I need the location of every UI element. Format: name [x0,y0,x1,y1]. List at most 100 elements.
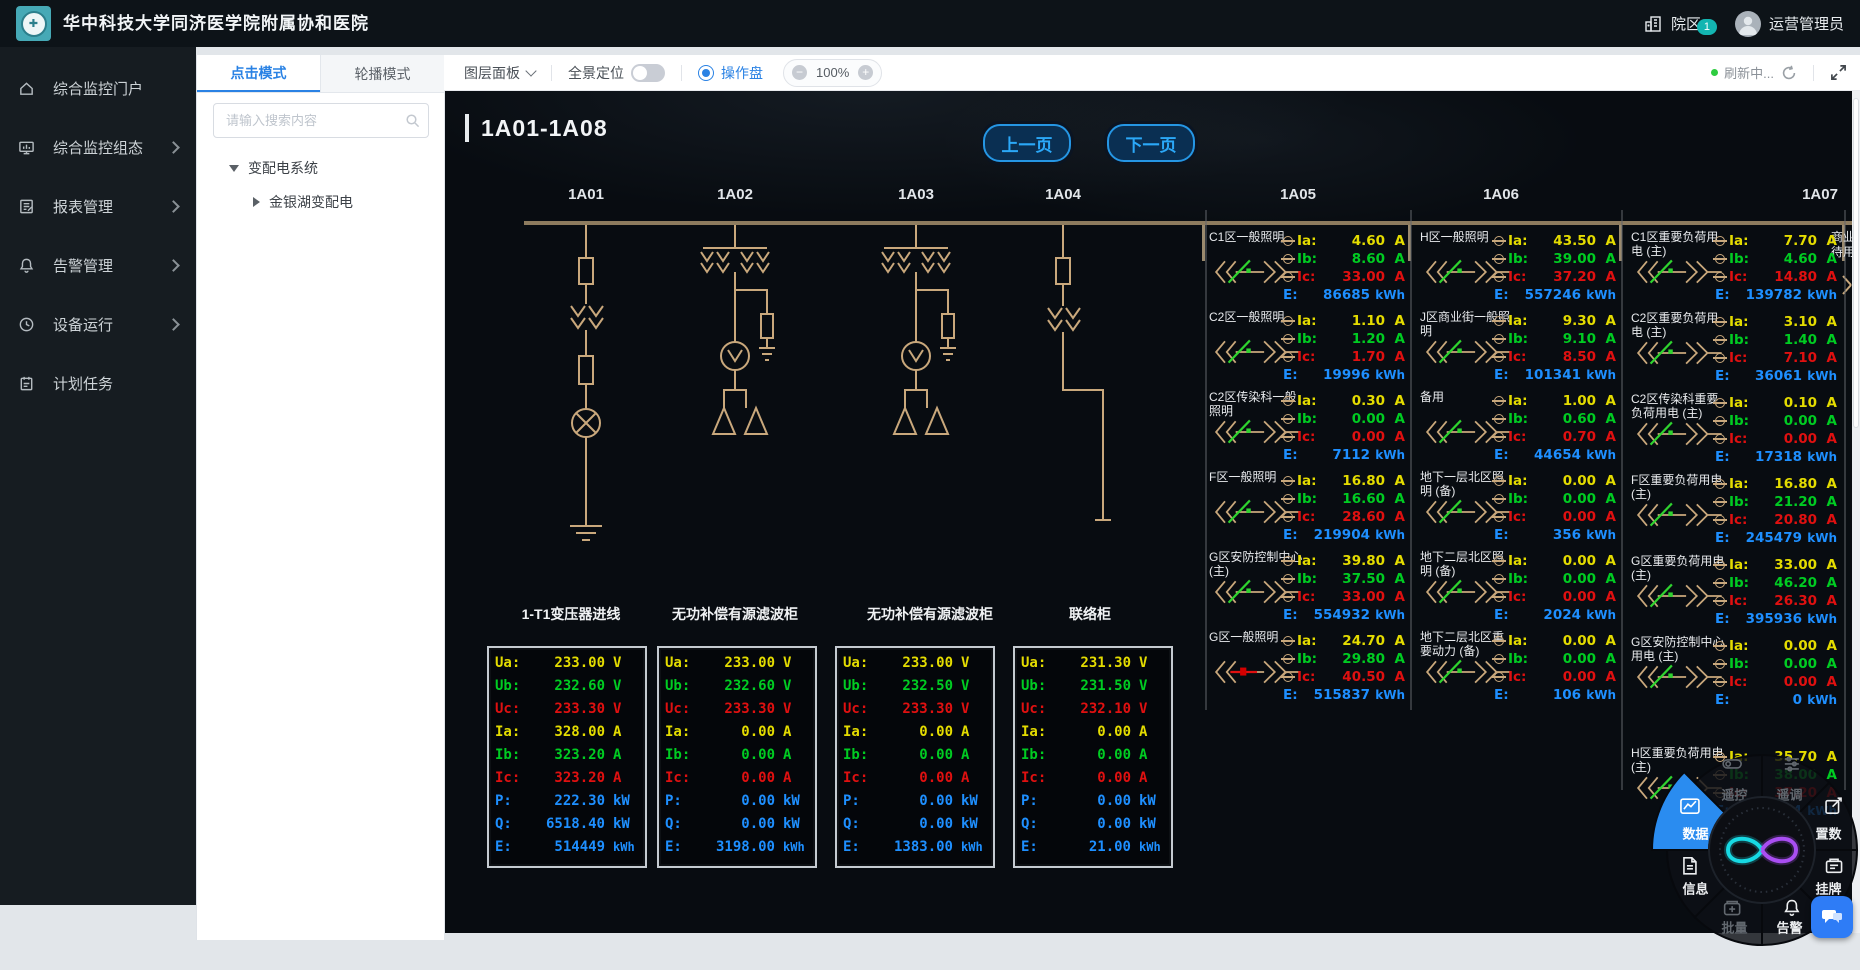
avatar [1735,11,1761,37]
feeder-item[interactable]: 地下二层北区照明 (备)Ia:0.00AIb:0.00AIc:0.00AE:20… [1420,552,1616,630]
ct-circle-icon [1283,672,1293,682]
feeder-item[interactable]: F区一般照明Ia:16.80AIb:16.60AIc:28.60AE:21990… [1209,472,1405,550]
tree-node-jinyinhu[interactable]: 金银湖变配电 [197,185,444,219]
campus-switcher[interactable]: 院区 1 [1643,13,1701,34]
feeder-item[interactable]: G区一般照明Ia:24.70AIb:29.80AIc:40.50AE:51583… [1209,632,1405,710]
ct-circle-icon [1283,476,1293,486]
sidebar-item-5[interactable]: 计划任务 [0,354,196,413]
feeder-item[interactable]: F区重要负荷用电 (主)Ia:16.80AIb:21.20AIc:20.80AE… [1631,475,1837,553]
search-input[interactable] [224,112,405,129]
ct-circle-icon [1494,236,1504,246]
feeder-item[interactable]: G区安防控制中心 (主)Ia:39.80AIb:37.50AIc:33.00AE… [1209,552,1405,630]
sidebar-item-label: 告警管理 [53,255,113,276]
ct-circle-icon [1283,352,1293,362]
feeder-phase-row: Ic:0.00A [1494,588,1616,606]
task-icon [18,375,35,392]
breaker-closed-icon[interactable] [1631,256,1727,288]
scada-canvas[interactable]: 1A01-1A08 上一页 下一页 [445,90,1852,933]
sidebar-item-2[interactable]: 报表管理 [0,177,196,236]
breaker-closed-icon[interactable] [1631,499,1727,531]
operation-disc-radio[interactable]: 操作盘 [698,63,763,83]
panorama-toggle[interactable] [631,64,665,82]
breaker-closed-icon[interactable] [1631,418,1727,450]
ct-circle-icon [1715,353,1725,363]
ct-circle-icon [1283,556,1293,566]
tab-click-mode[interactable]: 点击模式 [197,55,320,92]
feeder-name: C2区传染科重要负荷用电 (主) [1631,392,1725,421]
tree-node-power-system[interactable]: 变配电系统 [197,151,444,185]
feeder-phase-row: Ic:37.20A [1494,268,1616,286]
breaker-closed-icon[interactable] [1631,337,1727,369]
user-menu[interactable]: 运营管理员 [1735,11,1844,37]
hmi-icon [18,139,35,156]
feeder-phase-row: Ic:7.10A [1715,349,1837,367]
meter-row: Q:6518.40kW [495,816,639,839]
meter-row: P:0.00kW [1021,793,1165,816]
building-icon [1643,14,1663,34]
sidebar-item-3[interactable]: 告警管理 [0,236,196,295]
meter-row: Ib:0.00A [843,747,987,770]
sidebar-item-label: 综合监控门户 [53,78,143,99]
refresh-status: 刷新中... [1724,63,1774,82]
feeder-phase-row: Ib:1.40A [1715,331,1837,349]
feeder-item[interactable]: G区重要负荷用电 (主)Ia:33.00AIb:46.20AIc:26.30AE… [1631,556,1837,634]
meter-row: Uc:233.30V [495,701,639,724]
app-title: 华中科技大学同济医学院附属协和医院 [63,0,369,47]
scrollbar-thumb[interactable] [1853,98,1859,428]
feeder-item[interactable]: C2区传染科重要负荷用电 (主)Ia:0.10AIb:0.00AIc:0.00A… [1631,394,1837,472]
feeder-item[interactable]: H区一般照明Ia:43.50AIb:39.00AIc:37.20AE:55724… [1420,232,1616,310]
cabinet-label: 联络柜 [1069,604,1111,624]
meter-row: Ub:231.50V [1021,678,1165,701]
feeder-phase-row: Ia:43.50A [1494,232,1616,250]
cabinet-label: 无功补偿有源滤波柜 [672,604,798,624]
caret-right-icon[interactable] [253,197,260,207]
zoom-out-button[interactable]: − [792,65,807,80]
ct-circle-icon [1494,512,1504,522]
feeder-phase-row: Ic:28.60A [1283,508,1405,526]
ct-circle-icon [1494,672,1504,682]
zoom-level: 100% [816,65,849,80]
chat-button[interactable] [1811,896,1853,938]
feeder-item[interactable]: 地下一层北区照明 (备)Ia:0.00AIb:0.00AIc:0.00AE:35… [1420,472,1616,550]
feeder-item[interactable]: C2区一般照明Ia:1.10AIb:1.20AIc:1.70AE:19996kW… [1209,312,1405,390]
sidebar-item-label: 报表管理 [53,196,113,217]
feeder-phase-row: Ic:0.00A [1715,673,1837,691]
feeder-phase-row: Ic:0.00A [1283,428,1405,446]
tab-carousel-mode[interactable]: 轮播模式 [320,55,444,92]
refresh-icon[interactable] [1781,65,1797,81]
ct-circle-icon [1715,596,1725,606]
meter-row: Ib:0.00A [665,747,809,770]
feeder-item[interactable]: J区商业街一般照明Ia:9.30AIb:9.10AIc:8.50AE:10134… [1420,312,1616,390]
sidebar-item-1[interactable]: 综合监控组态 [0,118,196,177]
fullscreen-icon[interactable] [1830,64,1847,81]
sidebar-item-4[interactable]: 设备运行 [0,295,196,354]
bus-column-label: 1A03 [898,186,934,203]
feeder-phase-row: Ia:0.10A [1715,394,1837,412]
device-tree: 变配电系统 金银湖变配电 [197,151,444,219]
feeder-energy-row: E:395936kWh [1715,610,1837,628]
radial-center-logo [1709,797,1815,903]
ct-circle-icon [1715,254,1725,264]
feeder-phase-row: Ia:39.80A [1283,552,1405,570]
feeder-item[interactable]: C1区重要负荷用电 (主)Ia:7.70AIb:4.60AIc:14.80AE:… [1631,232,1837,310]
feeder-item[interactable]: G区安防控制中心用电 (主)Ia:0.00AIb:0.00AIc:0.00AE:… [1631,637,1837,715]
layer-panel-dropdown[interactable]: 图层面板 [464,63,535,83]
bus-column-label: 1A07 [1802,186,1838,203]
feeder-item[interactable]: C2区传染科一般照明Ia:0.30AIb:0.00AIc:0.00AE:7112… [1209,392,1405,470]
feeder-item[interactable]: 备用Ia:1.00AIb:0.60AIc:0.70AE:44654kWh [1420,392,1616,470]
zoom-in-button[interactable]: + [858,65,873,80]
search-icon [405,113,420,128]
feeder-phase-row: Ia:0.30A [1283,392,1405,410]
feeder-item[interactable]: 地下二层北区重要动力 (备)Ia:0.00AIb:0.00AIc:0.00AE:… [1420,632,1616,710]
meter-row: Ic:323.20A [495,770,639,793]
sidebar-item-0[interactable]: 综合监控门户 [0,59,196,118]
feeder-item[interactable]: C1区一般照明Ia:4.60AIb:8.60AIc:33.00AE:86685k… [1209,232,1405,310]
meter-row: E:21.00kWh [1021,839,1165,862]
caret-down-icon[interactable] [229,165,239,172]
bus-column-label: 1A05 [1280,186,1316,203]
feeder-energy-row: E:7112kWh [1283,446,1405,464]
breaker-closed-icon[interactable] [1631,580,1727,612]
breaker-closed-icon[interactable] [1631,661,1727,693]
feeder-phase-row: Ia:9.30A [1494,312,1616,330]
feeder-item[interactable]: C2区重要负荷用电 (主)Ia:3.10AIb:1.40AIc:7.10AE:3… [1631,313,1837,391]
